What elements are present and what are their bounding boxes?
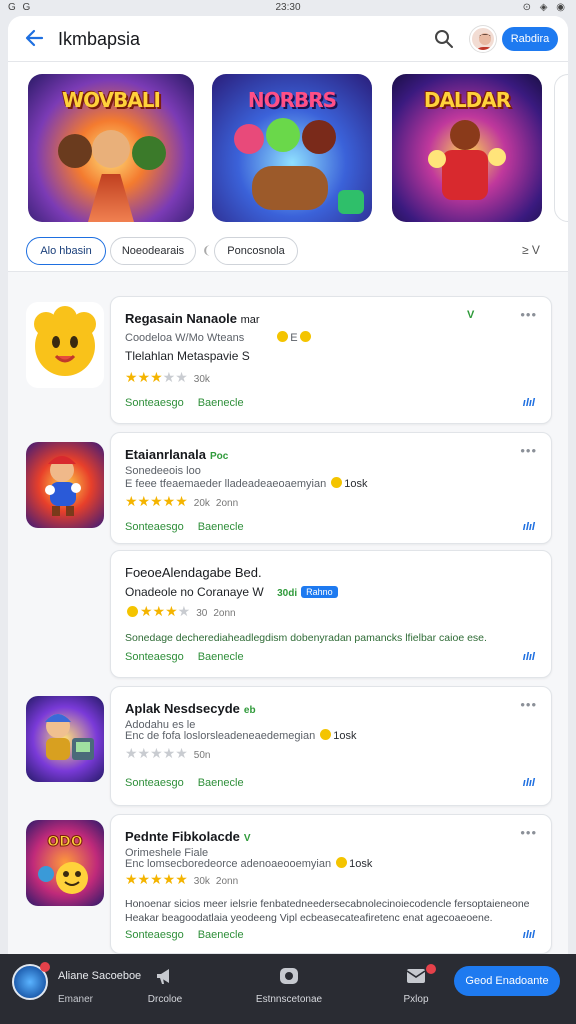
filter-chips: Alo hbasin Noeodearais ❨ Poncosnola ≥ V xyxy=(8,234,568,272)
app-icon[interactable]: ODO xyxy=(26,820,104,906)
avatar[interactable] xyxy=(470,26,496,52)
app-card[interactable]: Etaianrlanala Poc ••• Sonedeeois loo E fe… xyxy=(110,432,552,544)
banner-card-peek[interactable] xyxy=(554,74,568,222)
banner-card[interactable]: WOVBALI xyxy=(28,74,194,222)
nav-item-label: Drcoloe xyxy=(147,994,183,1005)
bottom-bar: Aliane Sacoeboe Emaner Drcoloe Estnnscet… xyxy=(0,954,576,1024)
more-options-icon[interactable]: ••• xyxy=(520,307,537,322)
app-card[interactable]: Pednte Fibkolacde V ••• Orimeshele Fiale … xyxy=(110,814,552,954)
page-title: Ikmbapsia xyxy=(58,29,141,49)
app-link[interactable]: Baenecle xyxy=(198,651,244,663)
star-rating: ★★★★★ 30k xyxy=(125,369,210,385)
sort-toggle[interactable]: ≥ V xyxy=(522,243,540,257)
app-description: Sonedage decherediaheadlegdism dobenyrad… xyxy=(125,632,487,644)
nav-item[interactable]: Drcoloe xyxy=(140,964,190,1005)
nav-item[interactable]: Estnnscetonae xyxy=(244,964,334,1005)
app-icon[interactable] xyxy=(26,696,104,782)
notification-dot xyxy=(426,964,436,974)
app-subtitle: Sonedeeois loo xyxy=(125,465,201,477)
app-link[interactable]: Baenecle xyxy=(198,777,244,789)
bottom-app-label: Aliane Sacoeboe xyxy=(58,970,142,982)
app-link[interactable]: Sonteaesgo xyxy=(125,651,184,663)
status-icons: ⊙ ◈ ◉ xyxy=(522,2,568,13)
app-links: Sonteaesgo Baenecle xyxy=(125,777,258,789)
status-time: 23:30 xyxy=(275,2,301,13)
app-card[interactable]: FoeoeAlendagabe Bed. ••• Onadeole no Cor… xyxy=(110,550,552,678)
camera-icon xyxy=(277,964,301,988)
app-subtitle: Coodeloa W/Mo Wteans E xyxy=(125,331,313,344)
app-link[interactable]: Baenecle xyxy=(198,521,244,533)
status-bar: G G 23:30 ⊙ ◈ ◉ xyxy=(0,0,576,16)
app-description-line: Enc lomsecboredeorce adenoaeooemyian 1os… xyxy=(125,857,373,870)
more-options-icon[interactable]: ••• xyxy=(520,697,537,712)
app-icon[interactable] xyxy=(26,302,104,388)
stats-chart-icon[interactable]: ılıl xyxy=(523,521,535,533)
app-description-line: Onadeole no Coranaye W 30di Rahno xyxy=(125,585,338,599)
app-link[interactable]: Baenecle xyxy=(198,397,244,409)
header-cta-button[interactable]: Rabdira xyxy=(502,27,558,51)
app-card[interactable]: Regasain Nanaole mar V ••• Coodeloa W/Mo… xyxy=(110,296,552,424)
banner-title: NORBRS xyxy=(247,88,337,112)
app-links: Sonteaesgo Baenecle xyxy=(125,521,258,533)
app-description-line: Enc de fofa loslorsleadeneaedemegian 1os… xyxy=(125,729,357,742)
star-rating: ★★★★★ 50n xyxy=(125,745,211,761)
bottom-app-sublabel: Emaner xyxy=(58,994,94,1005)
app-screen: Ikmbapsia Rabdira WOVBALI NORBRS DALDAR xyxy=(8,16,568,954)
star-rating: ★★★★★ 30k 2onn xyxy=(125,871,239,887)
app-link[interactable]: Sonteaesgo xyxy=(125,397,184,409)
app-link[interactable]: Sonteaesgo xyxy=(125,521,184,533)
app-link[interactable]: Baenecle xyxy=(198,929,244,941)
nav-item-label: Estnnscetonae xyxy=(255,994,323,1005)
app-links: Sonteaesgo Baenecle xyxy=(125,929,258,941)
banner-card[interactable]: DALDAR xyxy=(392,74,542,222)
inbox-icon xyxy=(404,964,428,988)
svg-text:ODO: ODO xyxy=(47,834,83,850)
search-icon[interactable] xyxy=(432,27,456,51)
primary-cta-button[interactable]: Geod Enadoante xyxy=(454,966,560,996)
featured-banners: WOVBALI NORBRS DALDAR xyxy=(8,62,568,234)
top-bar: Ikmbapsia Rabdira xyxy=(8,16,568,62)
star-rating: ★★★★ 30 2onn xyxy=(125,603,236,620)
banner-card[interactable]: NORBRS xyxy=(212,74,372,222)
stats-chart-icon[interactable]: ılıl xyxy=(523,777,535,789)
filter-chip[interactable]: Alo hbasin xyxy=(26,237,106,265)
app-title: Pednte Fibkolacde V xyxy=(125,829,251,844)
app-title: Etaianrlanala Poc xyxy=(125,447,229,462)
banner-title: DALDAR xyxy=(423,88,511,112)
chip-separator: ❨ xyxy=(202,245,212,257)
filter-chip[interactable]: Poncosnola xyxy=(214,237,298,265)
app-title: Aplak Nesdsecyde eb xyxy=(125,701,256,716)
stats-chart-icon[interactable]: ılıl xyxy=(523,929,535,941)
banner-title: WOVBALI xyxy=(62,88,161,112)
stats-chart-icon[interactable]: ılıl xyxy=(523,651,535,663)
stats-chart-icon[interactable]: ılıl xyxy=(523,397,535,409)
app-card[interactable]: Aplak Nesdsecyde eb ••• Adodahu es le Enc… xyxy=(110,686,552,806)
app-description-line: E feee tfeaemaeder lladeadeaeoaemyian 1o… xyxy=(125,477,368,490)
more-options-icon[interactable]: ••• xyxy=(520,443,537,458)
app-description-line: Tlelahlan Metaspavie S xyxy=(125,349,250,363)
app-badge: V xyxy=(467,309,475,321)
app-link[interactable]: Sonteaesgo xyxy=(125,777,184,789)
megaphone-icon xyxy=(153,964,177,988)
app-description: Honoenar sicios meer ielsrie fenbatednee… xyxy=(125,898,530,924)
more-options-icon[interactable]: ••• xyxy=(520,825,537,840)
notification-dot xyxy=(40,962,50,972)
app-icon[interactable] xyxy=(26,442,104,528)
app-link[interactable]: Sonteaesgo xyxy=(125,929,184,941)
app-title: FoeoeAlendagabe Bed. xyxy=(125,565,262,580)
app-links: Sonteaesgo Baenecle xyxy=(125,651,258,663)
back-arrow-icon[interactable] xyxy=(22,26,46,50)
app-title: Regasain Nanaole mar xyxy=(125,311,260,326)
star-rating: ★★★★★ 20k 2onn xyxy=(125,493,239,509)
filter-chip[interactable]: Noeodearais xyxy=(110,237,196,265)
app-links: Sonteaesgo Baenecle xyxy=(125,397,258,409)
nav-item-label: Pxlop xyxy=(403,994,429,1005)
